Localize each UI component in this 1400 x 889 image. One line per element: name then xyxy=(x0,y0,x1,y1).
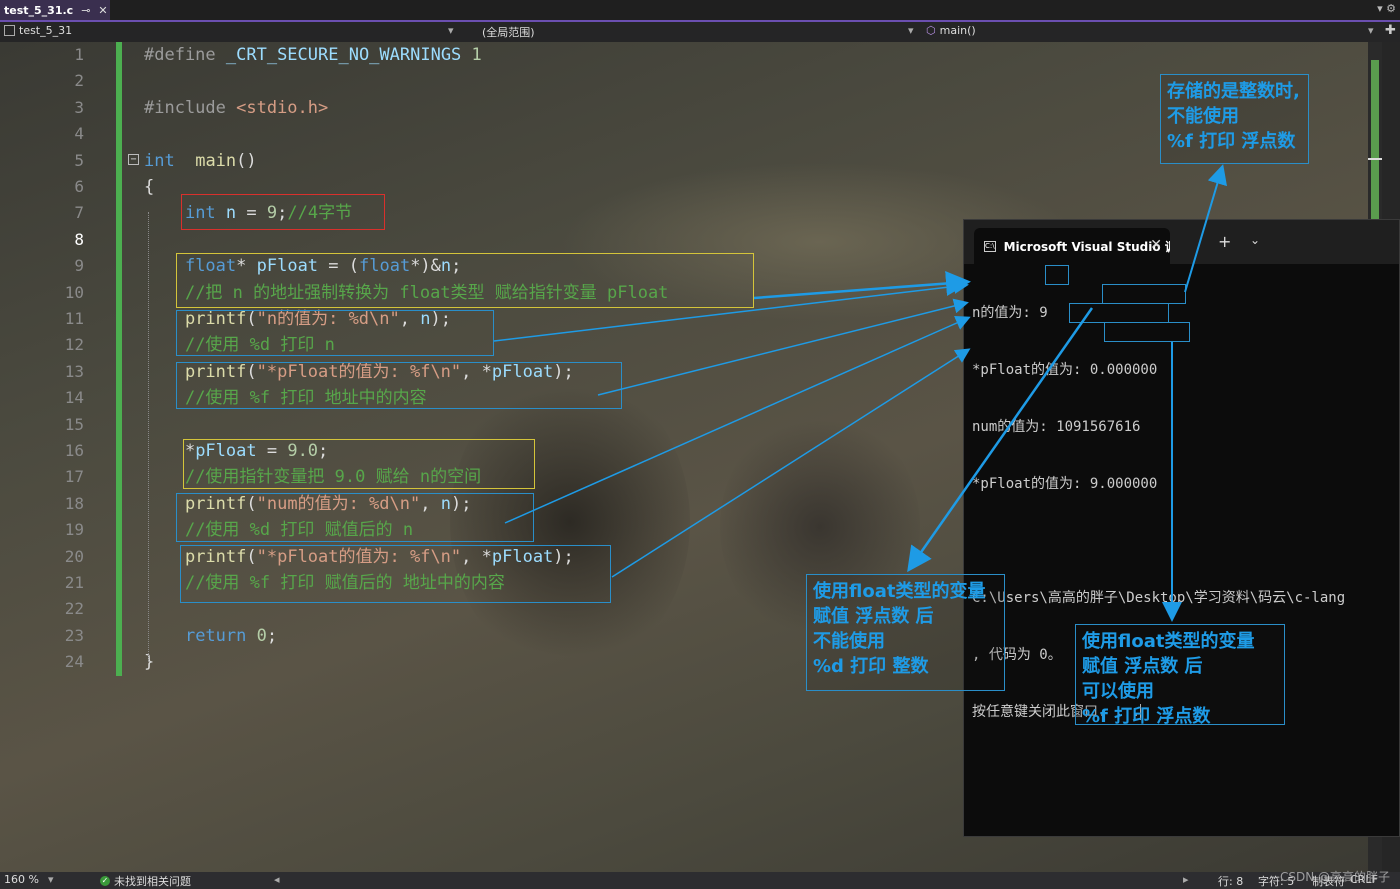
annotation-arrows xyxy=(493,164,1228,622)
arrow-line xyxy=(1184,164,1228,293)
line-indicator[interactable]: 行: 8 xyxy=(1218,873,1243,889)
arrow-line xyxy=(611,348,971,578)
issues-indicator[interactable]: ✓ 未找到相关问题 xyxy=(100,873,191,889)
arrow-line xyxy=(753,271,971,300)
issues-text: 未找到相关问题 xyxy=(114,875,191,888)
arrow-line xyxy=(504,316,971,524)
arrow-line xyxy=(493,278,969,342)
scroll-right-icon[interactable]: ▸ xyxy=(1183,873,1189,886)
arrow-line xyxy=(597,298,969,396)
scroll-left-icon[interactable]: ◂ xyxy=(274,873,280,886)
chevron-down-icon[interactable]: ▾ xyxy=(48,873,54,886)
zoom-level[interactable]: 160 % xyxy=(4,873,39,886)
status-bar: 160 % ▾ ✓ 未找到相关问题 ◂ ▸ 行: 8 字符: 5 制表符 CRL… xyxy=(0,872,1400,889)
watermark: CSDN @高高的胖子 xyxy=(1280,870,1391,884)
arrow-line xyxy=(907,307,1094,573)
check-circle-icon: ✓ xyxy=(100,876,110,886)
